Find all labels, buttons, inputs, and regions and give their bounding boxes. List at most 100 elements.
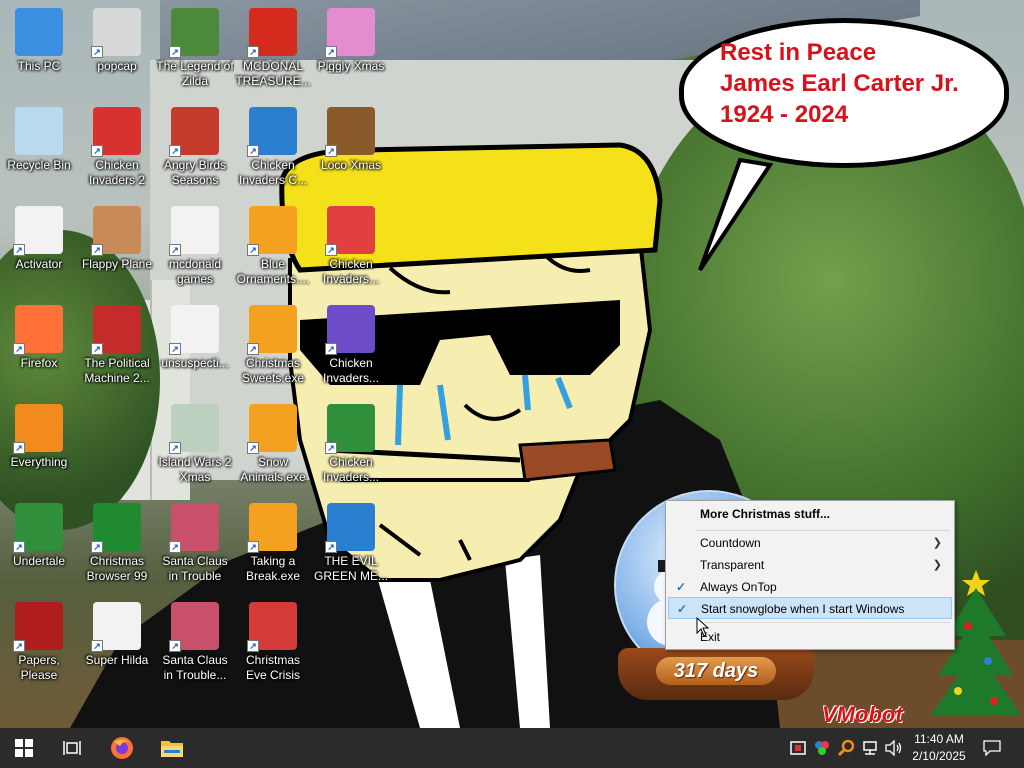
messenger-icon: ↗ (325, 503, 375, 553)
desktop-icon[interactable]: ↗ Chicken Invaders... (312, 202, 390, 287)
start-button[interactable] (0, 728, 48, 768)
desktop-icon[interactable]: ↗ Flappy Plane (78, 202, 156, 272)
desktop-icon-label: Everything (10, 455, 68, 469)
desktop-icon[interactable]: ↗ Everything (0, 400, 78, 470)
game-icon: ↗ (91, 107, 141, 157)
desktop-icon-label: Snow Animals.exe (240, 455, 306, 484)
notification-icon (983, 740, 1001, 756)
shortcut-arrow-icon: ↗ (325, 145, 337, 157)
desktop-icon[interactable]: ↗ Island Wars 2 Xmas (156, 400, 234, 485)
desktop-icon[interactable]: ↗ Chicken Invaders 2 (78, 103, 156, 188)
game-icon: ↗ (247, 305, 297, 355)
desktop-icon[interactable]: ↗ mcdonald games (156, 202, 234, 287)
desktop-icon[interactable]: ↗ Super Hilda (78, 598, 156, 668)
desktop-icon[interactable]: This PC (0, 4, 78, 74)
desktop-icon[interactable]: ↗ Undertale (0, 499, 78, 569)
app-tray-icon (815, 741, 829, 755)
shortcut-arrow-icon: ↗ (325, 442, 337, 454)
tray-search[interactable] (836, 728, 856, 768)
desktop-icon[interactable]: ↗ Blue Ornaments.... (234, 202, 312, 287)
menu-item-always-on-top[interactable]: ✓ Always OnTop (668, 576, 952, 598)
menu-item-label: Start snowglobe when I start Windows (701, 602, 905, 616)
file-icon: ↗ (169, 206, 219, 256)
tray-app[interactable] (812, 728, 832, 768)
menu-item-more-christmas[interactable]: More Christmas stuff... (668, 503, 952, 525)
desktop-icon[interactable]: ↗ Activator (0, 202, 78, 272)
desktop-icon-label: Island Wars 2 Xmas (158, 455, 232, 484)
tray-security[interactable] (788, 728, 808, 768)
desktop-icon-label: Undertale (12, 554, 66, 568)
task-view-button[interactable] (48, 728, 96, 768)
game-icon: ↗ (325, 305, 375, 355)
shortcut-arrow-icon: ↗ (325, 244, 337, 256)
taskbar-clock[interactable]: 11:40 AM 2/10/2025 (904, 731, 974, 765)
desktop-icon[interactable]: ↗ MCDONAL TREASURE... (234, 4, 312, 89)
desktop-icon-label: Blue Ornaments.... (236, 257, 310, 286)
desktop-icon[interactable]: Recycle Bin (0, 103, 78, 173)
desktop-icon[interactable]: ↗ unsuspecti... (156, 301, 234, 371)
recycle-bin-icon (15, 107, 63, 155)
watermark-logo: VMobot (822, 702, 903, 727)
shortcut-arrow-icon: ↗ (91, 640, 103, 652)
checkmark-icon: ✓ (676, 580, 687, 594)
shortcut-arrow-icon: ↗ (325, 343, 337, 355)
menu-item-countdown[interactable]: Countdown ❯ (668, 532, 952, 554)
folder-icon: ↗ (91, 8, 141, 58)
desktop-icon[interactable]: ↗ Papers, Please (0, 598, 78, 683)
tray-network[interactable] (860, 728, 880, 768)
desktop-icon[interactable]: ↗ Christmas Browser 99 (78, 499, 156, 584)
menu-item-label: Countdown (700, 536, 761, 550)
search-icon: ↗ (13, 404, 63, 454)
taskbar-firefox-button[interactable] (98, 728, 146, 768)
menu-item-start-with-windows[interactable]: ✓ Start snowglobe when I start Windows (668, 597, 952, 619)
checkmark-icon: ✓ (677, 602, 688, 616)
desktop-icon[interactable]: ↗ Chicken Invaders... (312, 301, 390, 386)
desktop-icon[interactable]: ↗ popcap (78, 4, 156, 74)
menu-separator (696, 622, 950, 623)
firefox-icon: ↗ (13, 305, 63, 355)
windows-start-icon (15, 739, 33, 757)
desktop-icon[interactable]: ↗ The Political Machine 2... (78, 301, 156, 386)
desktop-icon[interactable]: ↗ THE EVIL GREEN ME... (312, 499, 390, 584)
desktop-icon[interactable]: ↗ Taking a Break.exe (234, 499, 312, 584)
desktop-icon[interactable]: ↗ Christmas Sweets.exe (234, 301, 312, 386)
desktop-icon-label: THE EVIL GREEN ME... (313, 554, 388, 583)
desktop-icon[interactable]: ↗ Santa Claus in Trouble (156, 499, 234, 584)
desktop-icon-label: Firefox (20, 356, 58, 370)
desktop-icon[interactable]: ↗Santa Claus in Trouble... A... (156, 598, 234, 683)
desktop-icon[interactable]: ↗ Christmas Eve Crisis (234, 598, 312, 683)
taskbar: 11:40 AM 2/10/2025 (0, 728, 1024, 768)
desktop-icon-label: Santa Claus in Trouble (162, 554, 228, 583)
desktop-icon[interactable]: ↗ Angry Birds Seasons (156, 103, 234, 188)
desktop-icon[interactable]: ↗ Snow Animals.exe (234, 400, 312, 485)
desktop-icon-label: Taking a Break.exe (245, 554, 301, 583)
taskbar-file-explorer-button[interactable] (148, 728, 196, 768)
menu-item-label: Transparent (700, 558, 765, 572)
speech-bubble: Rest in Peace James Earl Carter Jr. 1924… (679, 18, 1009, 168)
game-icon: ↗ (325, 8, 375, 58)
menu-item-exit[interactable]: Exit (668, 626, 952, 648)
game-icon: ↗ (91, 206, 141, 256)
menu-item-transparent[interactable]: Transparent ❯ (668, 554, 952, 576)
shortcut-arrow-icon: ↗ (91, 343, 103, 355)
desktop-icon[interactable]: ↗ Piggly Xmas (312, 4, 390, 74)
bubble-line-3: 1924 - 2024 (720, 101, 849, 128)
clock-time: 11:40 AM (914, 732, 964, 746)
desktop-icon-label: The Legend of Zilda (156, 59, 234, 88)
file-icon: ↗ (13, 206, 63, 256)
volume-icon (885, 740, 902, 756)
desktop-icon-label: Loco Xmas (320, 158, 382, 172)
desktop-icon[interactable]: ↗ Chicken Invaders... (312, 400, 390, 485)
tray-volume[interactable] (884, 728, 904, 768)
desktop-icon[interactable]: ↗ Chicken Invaders C... (234, 103, 312, 188)
desktop-icon-label: Christmas Eve Crisis (245, 653, 300, 682)
game-icon: ↗ (247, 503, 297, 553)
desktop-icon[interactable]: ↗ Loco Xmas (312, 103, 390, 173)
game-icon: ↗ (13, 503, 63, 553)
notification-button[interactable] (978, 728, 1006, 768)
desktop-icon[interactable]: ↗ Firefox (0, 301, 78, 371)
desktop-icon[interactable]: ↗ The Legend of Zilda (156, 4, 234, 89)
chevron-right-icon: ❯ (932, 537, 942, 549)
file-icon: ↗ (169, 305, 219, 355)
shortcut-arrow-icon: ↗ (247, 46, 259, 58)
